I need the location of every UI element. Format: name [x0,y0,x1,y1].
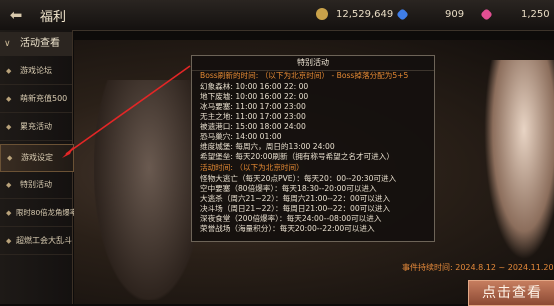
top-bar: ⬅ 福利 12,529,649 909 1,250 [0,0,554,31]
sidebar-item-guild-brawl[interactable]: ◆ 超燃工会大乱斗 [0,228,72,255]
event-duration-note: 事件持续时间: 2024.8.12 ~ 2024.11.20 [402,263,554,272]
boss-line: 希望堡垒: 每天20:00刷新（拥有称号希望之名才可进入） [200,152,394,161]
activity-line: 怪物大逃亡（每天20点PVE）：每天20：00--20:30可进入 [200,174,397,183]
diamond-bullet-icon: ◆ [7,154,13,162]
pink-gem-icon [480,7,493,21]
activity-line: 决斗场（周日21~22）：每周日21:00--22：00可以进入 [200,204,391,213]
boss-line: 恐马巢穴: 14:00 01:00 [200,132,282,141]
activity-line: 大逃杀（周六21~22）：每周六21:00--22：00可以进入 [200,194,391,203]
panel-title: 特别活动 [192,56,434,71]
boss-line: 幻象森林: 10:00 16:00 22: 00 [200,82,309,91]
boss-line: 地下废墟: 10:00 16:00 22: 00 [200,92,309,101]
activity-time-header: 活动时间: （以下为北京时间） [200,163,304,172]
diamond-bullet-icon: ◆ [6,237,12,245]
sidebar-heading[interactable]: ∨ 活动查看 [0,32,72,56]
special-event-panel: 特别活动 Boss刷新的时间: （以下为北京时间） - Boss掉落分配为5+5… [191,55,435,242]
activity-line: 空中要塞（80倍爆率）：每天18:30--20:00可以进入 [200,184,377,193]
pointer-arrow-icon [62,65,191,158]
diamond-bullet-icon: ◆ [6,95,12,103]
activity-line: 深夜食堂（200倍爆率）：每天24:00--08:00可以进入 [200,214,382,223]
chevron-down-icon: ∨ [4,39,11,49]
blue-gem-amount: 909 [445,9,465,20]
pink-gem-currency: 1,250 [480,7,550,23]
boss-time-header: Boss刷新的时间: （以下为北京时间） - Boss掉落分配为5+5 [200,71,409,80]
boss-line: 维度城堡: 每周六，周日的13:00 24:00 [200,142,335,151]
activity-line: 荣誉战场（海量积分）：每天20:00--22:00可以进入 [200,224,375,233]
view-details-button[interactable]: 点击查看 [468,280,554,306]
gold-amount: 12,529,649 [336,9,394,20]
boss-line: 冰马要塞: 11:00 17:00 23:00 [200,102,306,111]
gold-currency: 12,529,649 [316,7,393,23]
diamond-bullet-icon: ◆ [6,67,12,75]
angel-figure [484,60,554,260]
diamond-bullet-icon: ◆ [6,209,12,217]
back-arrow-icon[interactable]: ⬅ [4,6,28,24]
blue-gem-currency: 909 [396,7,465,23]
boss-line: 被遗港口: 15:00 18:00 24:00 [200,122,306,131]
sidebar-item-dragon-horn-drop[interactable]: ◆ 限时80倍龙角爆率 [0,200,77,227]
gold-coin-icon [316,8,328,20]
diamond-bullet-icon: ◆ [6,181,12,189]
boss-line: 无主之地: 11:00 17:00 23:00 [200,112,306,121]
blue-gem-icon [396,7,409,21]
sidebar-item-special-event[interactable]: ◆ 特别活动 [0,172,72,199]
diamond-bullet-icon: ◆ [6,123,12,131]
pink-gem-amount: 1,250 [521,9,550,20]
page-title: 福利 [40,10,67,25]
